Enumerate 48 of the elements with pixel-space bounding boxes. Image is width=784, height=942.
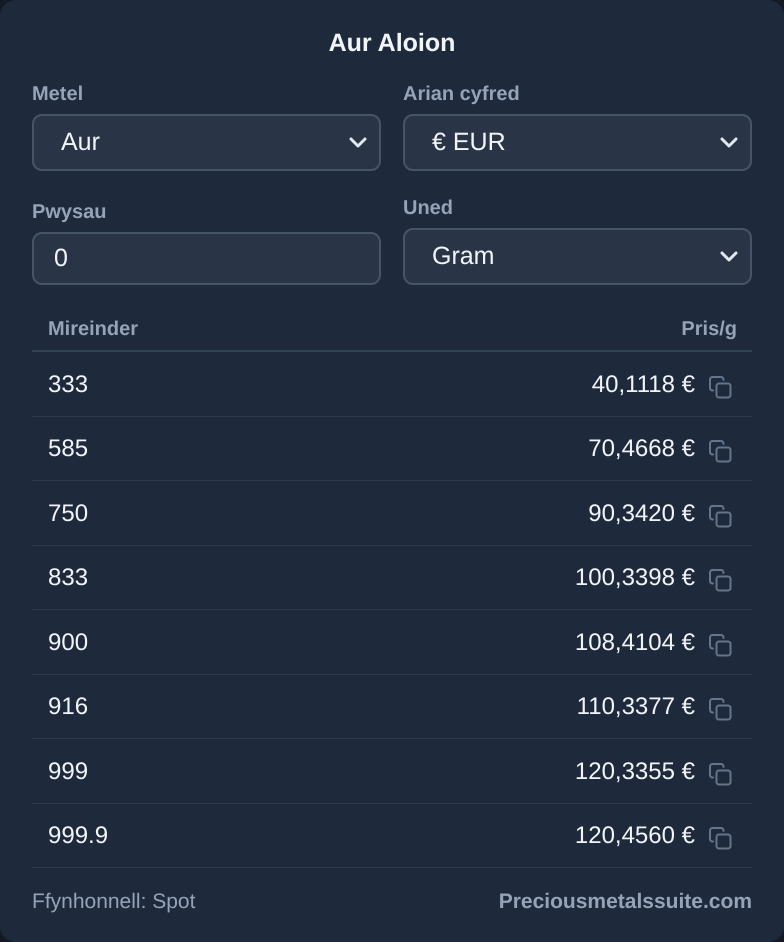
price-value: 90,3420 € (588, 500, 695, 528)
copy-icon (708, 826, 732, 850)
column-header: Mireinder (48, 317, 138, 341)
copy-button[interactable] (708, 762, 732, 786)
price-value: 108,4104 € (574, 628, 695, 657)
field-label: Uned (403, 196, 453, 220)
copy-button[interactable] (708, 568, 732, 592)
price-value: 110,3377 € (576, 693, 695, 722)
copy-button[interactable] (708, 374, 732, 399)
copy-icon (708, 762, 732, 786)
copy-icon (708, 439, 732, 464)
copy-icon (708, 632, 732, 657)
price-value: 40,1118 € (592, 370, 695, 399)
price-value: 100,3398 € (574, 564, 695, 592)
copy-icon (708, 374, 732, 399)
purity-value: 999 (48, 758, 88, 786)
field-label: Arian cyfred (403, 82, 520, 106)
copy-button[interactable] (708, 439, 732, 464)
purity-value: 916 (48, 693, 88, 722)
purity-value: 585 (48, 435, 88, 464)
copy-button[interactable] (708, 632, 732, 657)
dropdown-select[interactable]: Aur (32, 114, 381, 171)
copy-button[interactable] (708, 504, 732, 528)
purity-value: 750 (48, 500, 88, 528)
purity-value: 833 (48, 564, 88, 592)
copy-button[interactable] (708, 697, 732, 722)
source-text: Ffynhonnell: Spot (32, 889, 196, 915)
field-label: Pwysau (32, 200, 106, 224)
website-link[interactable]: Preciousmetalssuite.com (498, 889, 752, 915)
dropdown-select[interactable]: Gram (403, 228, 752, 285)
copy-icon (708, 697, 732, 722)
price-value: 70,4668 € (588, 435, 695, 464)
purity-value: 900 (48, 628, 88, 657)
copy-icon (708, 568, 732, 592)
purity-value: 999.9 (48, 822, 108, 850)
price-value: 120,3355 € (574, 758, 695, 786)
chevron-down-icon (349, 137, 367, 148)
weight-input[interactable]: 0 (32, 232, 381, 285)
chevron-down-icon (720, 137, 738, 148)
purity-value: 333 (48, 370, 88, 399)
copy-button[interactable] (708, 826, 732, 850)
copy-icon (708, 504, 732, 528)
column-header: Pris/g (681, 317, 737, 341)
field-label: Metel (32, 82, 84, 106)
chevron-down-icon (720, 251, 738, 262)
dropdown-select[interactable]: € EUR (403, 114, 752, 171)
price-value: 120,4560 € (574, 822, 695, 850)
panel-title: Aur Aloion (328, 28, 456, 59)
